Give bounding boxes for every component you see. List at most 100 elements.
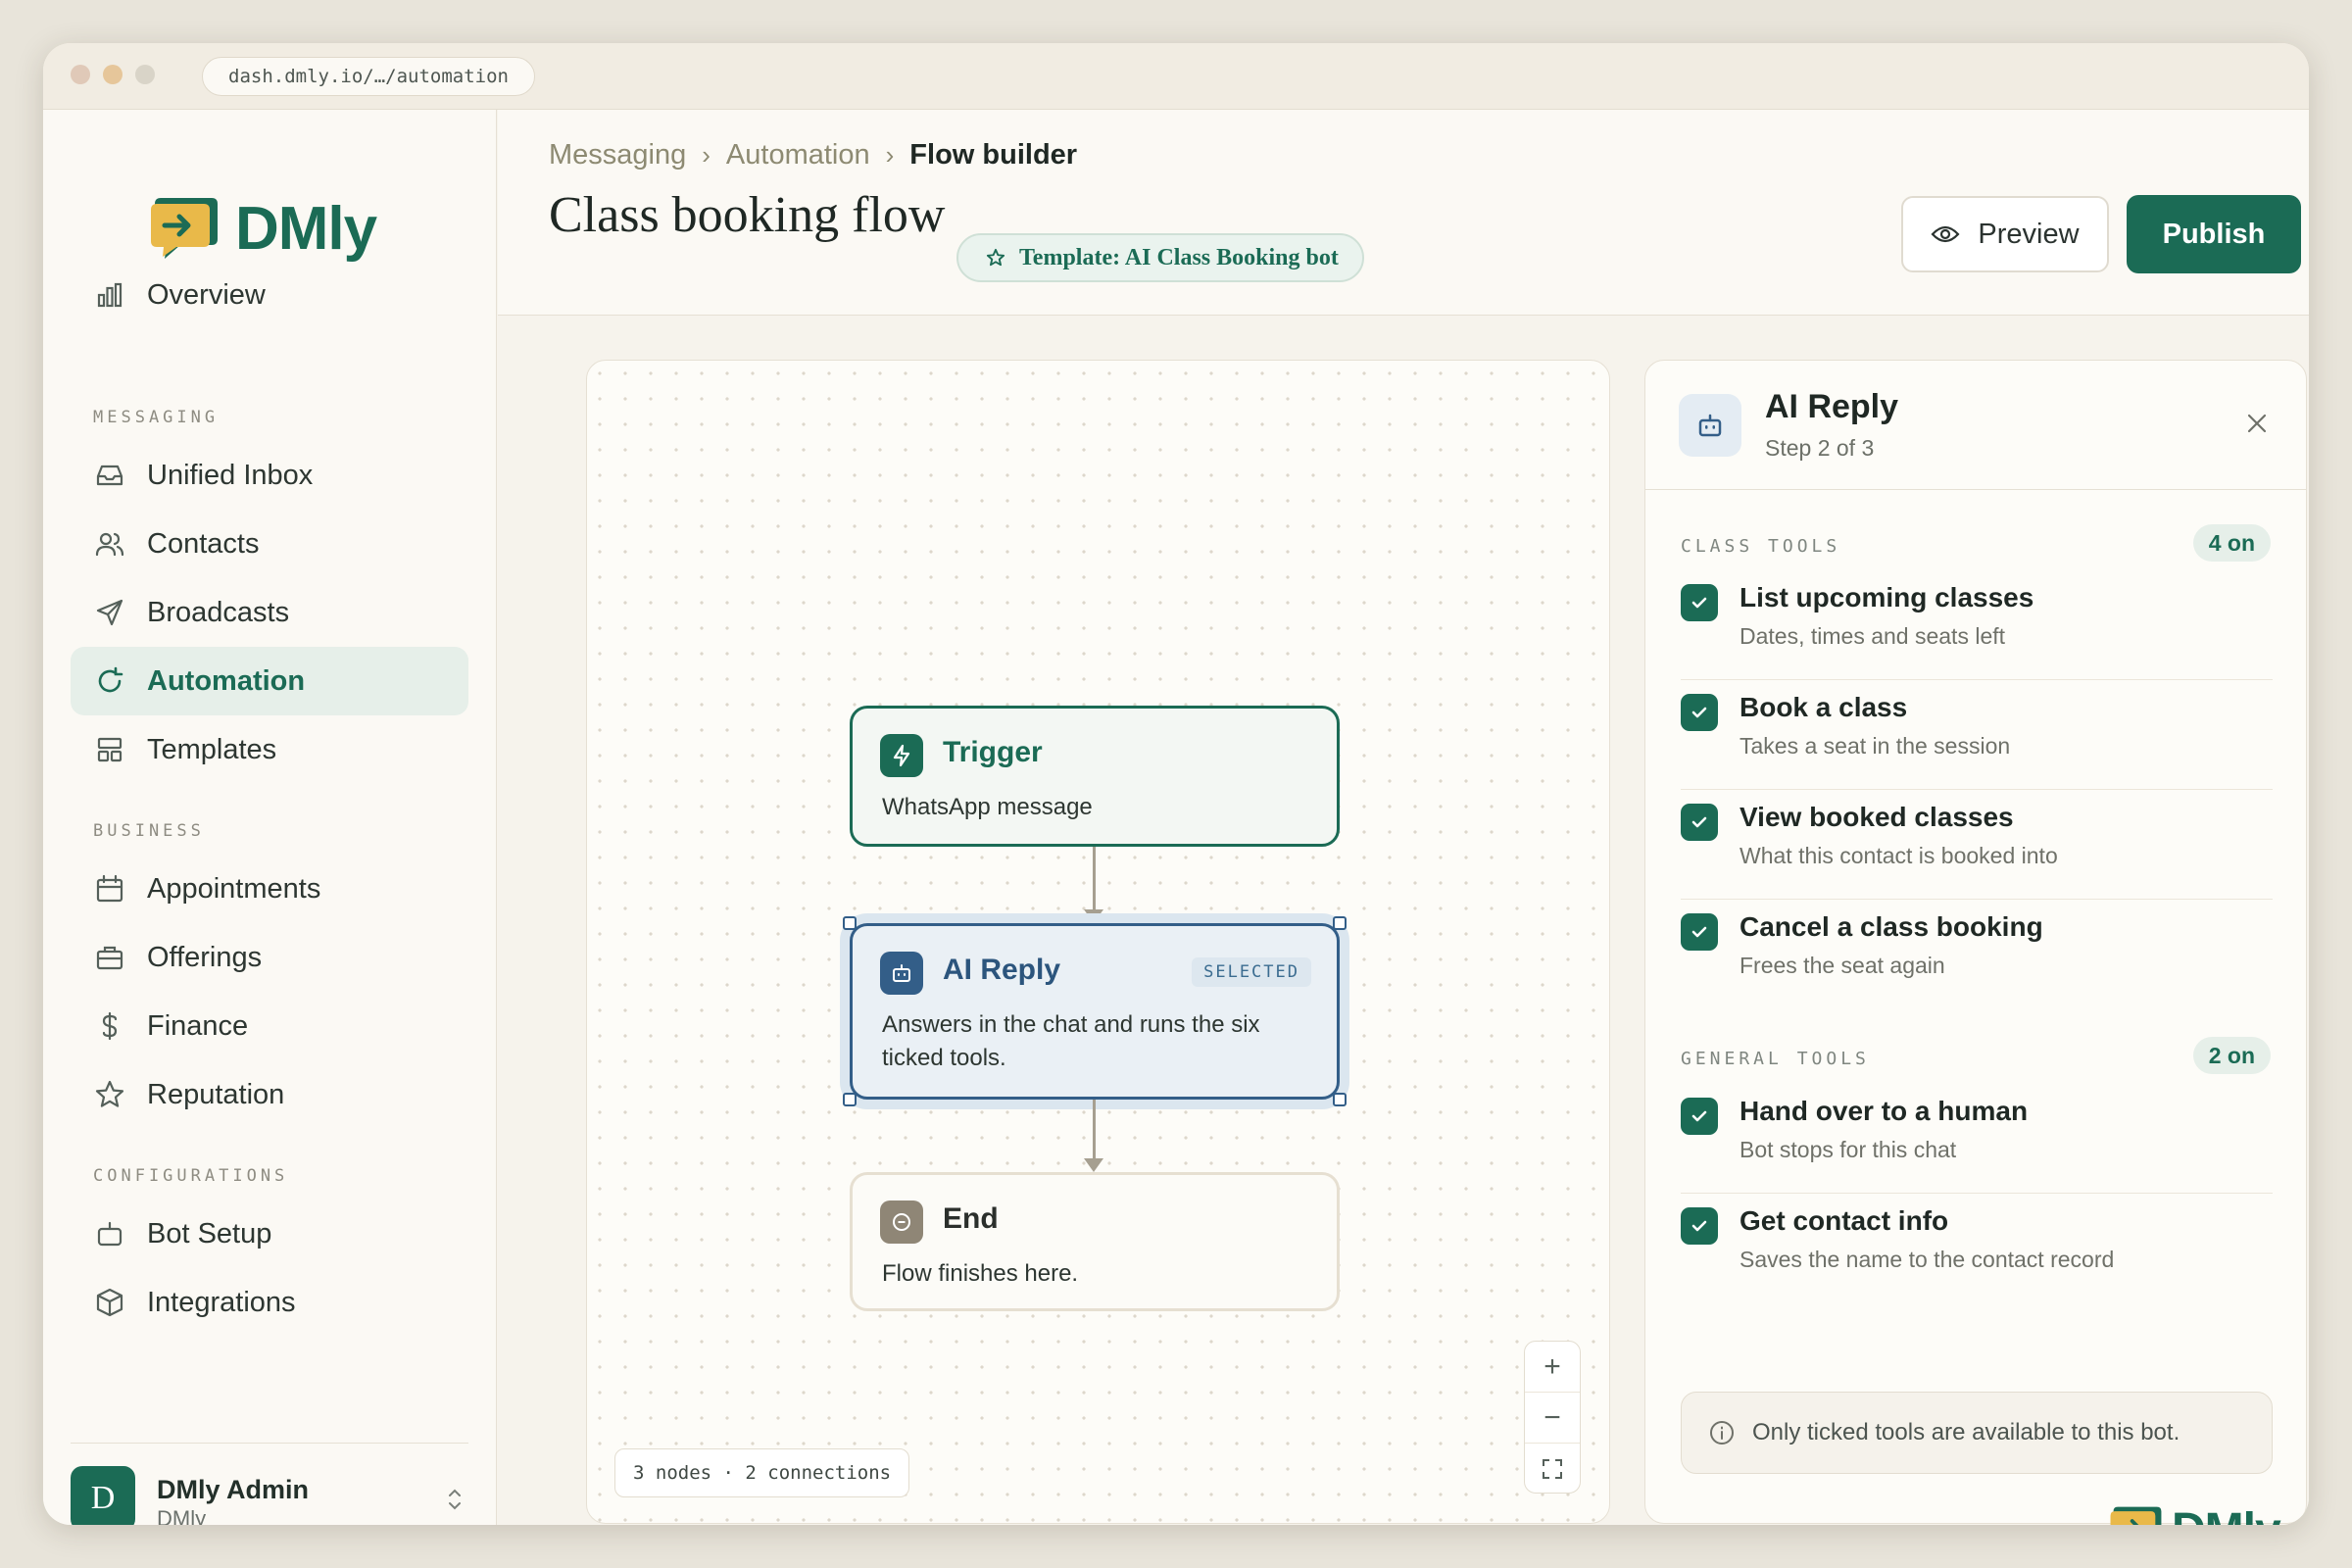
zoom-in-button[interactable]: + <box>1525 1342 1580 1393</box>
info-note: Only ticked tools are available to this … <box>1681 1392 2273 1474</box>
maximize-window-dot[interactable] <box>135 65 155 84</box>
trigger-node-desc: WhatsApp message <box>882 794 1093 820</box>
sidebar-item-label: Finance <box>147 1009 249 1042</box>
ai-reply-node-title: AI Reply <box>943 954 1061 986</box>
check-icon <box>1691 926 1707 938</box>
address-bar[interactable]: dash.dmly.io/…/automation <box>202 57 535 96</box>
flow-canvas[interactable]: Trigger WhatsApp message AI Reply SELECT… <box>586 360 1610 1524</box>
publish-button[interactable]: Publish <box>2127 195 2301 273</box>
template-badge-label: Template: AI Class Booking bot <box>1019 244 1339 270</box>
sidebar-item-label: Appointments <box>147 872 321 905</box>
package-icon <box>96 1288 123 1317</box>
arrow-head-icon <box>1084 1158 1103 1172</box>
tool-row-list-classes[interactable]: List upcoming classes Dates, times and s… <box>1681 570 2273 680</box>
fullscreen-icon <box>1543 1459 1562 1479</box>
ai-reply-node[interactable]: AI Reply SELECTED Answers in the chat an… <box>850 923 1340 1100</box>
zoom-controls: + − <box>1524 1341 1581 1494</box>
eye-icon <box>1931 225 1960 243</box>
page-header: Messaging › Automation › Flow builder Cl… <box>498 110 2309 316</box>
tool-row-get-contact-info[interactable]: Get contact info Saves the name to the c… <box>1681 1194 2273 1303</box>
breadcrumb-flow-builder: Flow builder <box>909 139 1078 171</box>
sidebar-item-reputation[interactable]: Reputation <box>71 1060 468 1129</box>
chat-arrow-logo-icon <box>2110 1506 2162 1525</box>
resize-handle-top-left[interactable] <box>843 916 857 930</box>
chat-arrow-logo-icon <box>151 197 218 259</box>
minimize-window-dot[interactable] <box>103 65 122 84</box>
corner-brand-name: DMly <box>2172 1503 2281 1525</box>
end-node[interactable]: End Flow finishes here. <box>850 1172 1340 1311</box>
main-area: Messaging › Automation › Flow builder Cl… <box>498 110 2309 1525</box>
checkbox-checked[interactable] <box>1681 584 1718 621</box>
info-note-text: Only ticked tools are available to this … <box>1752 1419 2180 1446</box>
sidebar-item-finance[interactable]: Finance <box>71 992 468 1060</box>
sidebar-item-appointments[interactable]: Appointments <box>71 855 468 923</box>
tool-row-cancel-booking[interactable]: Cancel a class booking Frees the seat ag… <box>1681 900 2273 1009</box>
tool-desc: Frees the seat again <box>1740 953 1945 978</box>
star-icon <box>986 248 1005 267</box>
sidebar-item-offerings[interactable]: Offerings <box>71 923 468 992</box>
checkbox-checked[interactable] <box>1681 1098 1718 1135</box>
tool-row-view-booked[interactable]: View booked classes What this contact is… <box>1681 790 2273 900</box>
breadcrumb-messaging[interactable]: Messaging <box>549 139 686 172</box>
section-label-business: BUSINESS <box>93 821 205 841</box>
sidebar-item-broadcasts[interactable]: Broadcasts <box>71 578 468 647</box>
sidebar-item-label: Bot Setup <box>147 1217 272 1250</box>
panel-title: AI Reply <box>1765 388 1899 425</box>
checkbox-checked[interactable] <box>1681 913 1718 951</box>
sidebar-item-bot-setup[interactable]: Bot Setup <box>71 1200 468 1268</box>
zoom-out-button[interactable]: − <box>1525 1393 1580 1444</box>
section-label-messaging: MESSAGING <box>93 408 220 427</box>
sidebar-item-label: Overview <box>147 278 266 311</box>
chevron-up-down-icon <box>449 1489 461 1510</box>
inbox-icon <box>96 465 123 486</box>
ai-reply-node-desc: Answers in the chat and runs the six tic… <box>882 1011 1260 1071</box>
brand-name: DMly <box>235 195 377 263</box>
sidebar-item-automation[interactable]: Automation <box>71 647 468 715</box>
calendar-icon <box>96 874 123 903</box>
check-icon <box>1691 816 1707 828</box>
tool-name: List upcoming classes <box>1740 582 2034 612</box>
class-tools-count: 4 on <box>2192 524 2271 562</box>
bar-chart-icon <box>97 282 122 308</box>
breadcrumb-automation[interactable]: Automation <box>726 139 870 172</box>
sidebar-item-label: Automation <box>147 664 306 697</box>
brand-logo[interactable]: DMly <box>149 194 377 264</box>
trigger-node[interactable]: Trigger WhatsApp message <box>850 706 1340 847</box>
sidebar-item-unified-inbox[interactable]: Unified Inbox <box>71 441 468 510</box>
panel-step: Step 2 of 3 <box>1765 435 1875 461</box>
tool-desc: Takes a seat in the session <box>1740 733 2011 759</box>
resize-handle-bottom-left[interactable] <box>843 1093 857 1106</box>
checkbox-checked[interactable] <box>1681 1207 1718 1245</box>
tool-desc: Bot stops for this chat <box>1740 1137 1957 1162</box>
tool-desc: What this contact is booked into <box>1740 843 2058 868</box>
corner-watermark-logo: DMly <box>2109 1503 2281 1525</box>
refresh-icon <box>98 666 123 693</box>
template-badge: Template: AI Class Booking bot <box>956 233 1364 282</box>
sidebar-item-label: Templates <box>147 733 277 765</box>
tool-row-hand-over[interactable]: Hand over to a human Bot stops for this … <box>1681 1084 2273 1194</box>
resize-handle-top-right[interactable] <box>1333 916 1347 930</box>
sidebar-item-templates[interactable]: Templates <box>71 715 468 784</box>
sidebar-item-label: Broadcasts <box>147 596 290 628</box>
end-node-title: End <box>943 1202 999 1235</box>
connector-trigger-ai <box>1093 847 1096 911</box>
breadcrumb-separator: › <box>885 140 895 170</box>
resize-handle-bottom-right[interactable] <box>1333 1093 1347 1106</box>
tool-row-book-class[interactable]: Book a class Takes a seat in the session <box>1681 680 2273 790</box>
sidebar-item-contacts[interactable]: Contacts <box>71 510 468 578</box>
preview-button[interactable]: Preview <box>1901 196 2109 272</box>
connector-ai-end <box>1093 1100 1096 1160</box>
close-window-dot[interactable] <box>71 65 90 84</box>
end-node-desc: Flow finishes here. <box>882 1260 1079 1287</box>
close-icon[interactable] <box>2245 412 2269 435</box>
sidebar-item-integrations[interactable]: Integrations <box>71 1268 468 1337</box>
fit-view-button[interactable] <box>1525 1444 1580 1494</box>
dollar-icon <box>102 1011 118 1041</box>
user-account-menu[interactable]: D DMly Admin DMly <box>71 1443 468 1525</box>
checkbox-checked[interactable] <box>1681 804 1718 841</box>
general-tools-label: GENERAL TOOLS <box>1681 1049 1870 1069</box>
briefcase-icon <box>96 946 123 970</box>
breadcrumb-separator: › <box>702 140 710 170</box>
sidebar-item-overview[interactable]: Overview <box>71 261 468 329</box>
checkbox-checked[interactable] <box>1681 694 1718 731</box>
